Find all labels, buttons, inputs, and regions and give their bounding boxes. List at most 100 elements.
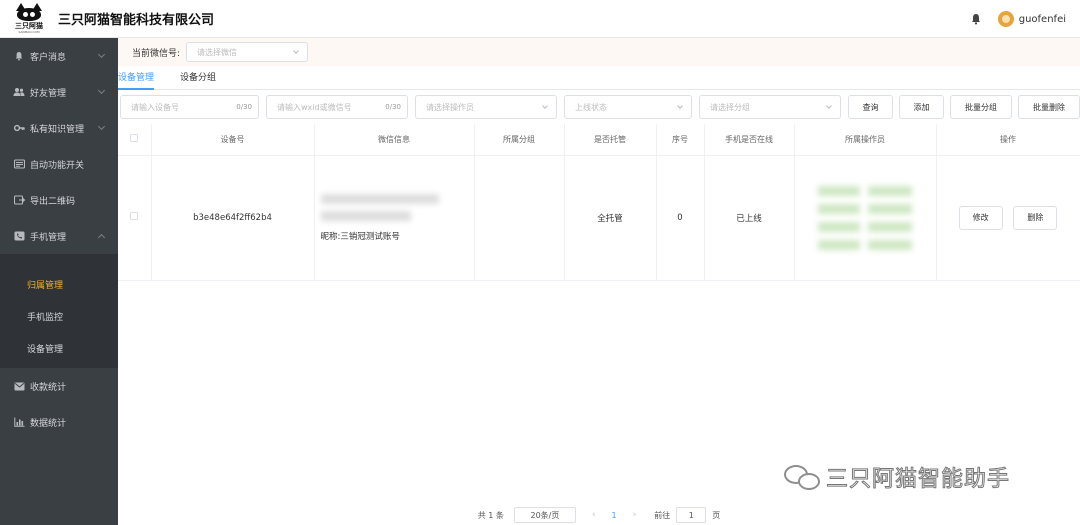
goto-page-input[interactable]: 1	[676, 507, 707, 523]
select-all-checkbox[interactable]	[130, 134, 139, 143]
watermark-text: 三只阿猫智能助手	[825, 467, 1011, 493]
page-size-select[interactable]: 20条/页	[513, 507, 576, 523]
pagination: 共 1 条 20条/页 ‹ 1 › 前往 1 页	[118, 505, 1080, 525]
chevron-down-icon	[97, 50, 106, 59]
select-all-cell[interactable]	[118, 124, 152, 156]
wechat-select-bar: 当前微信号: 请选择微信	[118, 38, 1080, 66]
bell-icon	[13, 51, 25, 61]
prev-page-button[interactable]: ‹	[592, 510, 596, 520]
column-header: 手机是否在线	[704, 124, 795, 156]
wechat-select-label: 当前微信号:	[132, 48, 181, 59]
sidebar-item-label: 手机管理	[30, 232, 67, 243]
tab-device-management[interactable]: 设备管理	[118, 70, 155, 90]
batch-group-button[interactable]: 批量分组	[950, 95, 1012, 119]
sidebar-item-label: 数据统计	[30, 418, 67, 429]
operator-placeholder: 请选择操作员	[426, 102, 474, 112]
sidebar-item-auto-switch[interactable]: 自动功能开关	[0, 146, 118, 182]
sidebar-item-label: 好友管理	[30, 88, 67, 99]
device-no-input[interactable]: 请输入设备号 0/30	[120, 95, 259, 119]
watermark: 三只阿猫智能助手	[782, 461, 1010, 493]
sidebar-item-data-stats[interactable]: 数据统计	[0, 404, 118, 440]
page-number-current[interactable]: 1	[612, 511, 617, 520]
next-page-button[interactable]: ›	[633, 510, 637, 520]
delete-button[interactable]: 删除	[1013, 205, 1058, 230]
page-size-value: 20条/页	[530, 510, 560, 520]
main-content: 当前微信号: 请选择微信 设备管理 设备分组 请输入设备号 0/30 请输入wx…	[118, 38, 1080, 525]
users-icon	[13, 87, 25, 97]
logo-text: 三只阿猫	[15, 22, 43, 30]
sidebar-item-label: 自动功能开关	[30, 160, 85, 171]
column-header: 微信信息	[314, 124, 475, 156]
goto-label: 前往	[654, 510, 671, 520]
notification-bell-icon[interactable]	[970, 13, 982, 25]
total-count: 共 1 条	[477, 510, 504, 520]
column-header: 所属分组	[474, 124, 565, 156]
group-cell	[474, 155, 565, 281]
row-select-cell[interactable]	[118, 155, 152, 281]
blurred-wxid	[320, 210, 411, 221]
tab-device-groups[interactable]: 设备分组	[180, 70, 216, 89]
mail-icon	[13, 381, 25, 391]
sidebar-item-label: 导出二维码	[30, 196, 76, 207]
sidebar-subitem-device-management[interactable]: 设备管理	[0, 332, 118, 364]
chevron-down-icon	[542, 103, 548, 109]
page-unit: 页	[712, 510, 721, 520]
wechat-info-cell: 昵称:三销冠测试账号	[314, 155, 475, 281]
wechat-select-placeholder: 请选择微信	[197, 47, 238, 57]
sidebar-subitem-ownership[interactable]: 归属管理	[0, 268, 118, 300]
blurred-avatar	[320, 193, 439, 204]
username[interactable]: guofenfei	[1019, 14, 1066, 25]
row-checkbox[interactable]	[130, 212, 139, 220]
column-header: 设备号	[151, 124, 315, 156]
chevron-down-icon	[293, 48, 299, 54]
chevron-up-icon	[97, 233, 106, 242]
sidebar: 客户消息 好友管理 私有知识管理 自动功能开关 导出二维码 手机管理 归属管理 …	[0, 38, 118, 525]
avatar[interactable]	[997, 11, 1014, 27]
column-header: 所属操作员	[794, 124, 937, 156]
wechat-nickname: 昵称:三销冠测试账号	[320, 231, 400, 242]
device-no-count: 0/30	[236, 103, 252, 111]
device-table: 设备号 微信信息 所属分组 是否托管 序号 手机是否在线 所属操作员 操作 b3…	[118, 124, 1080, 281]
top-header: 三只阿猫 SANMAO.COM 三只阿猫智能科技有限公司 guofenfei	[0, 0, 1080, 38]
seq-cell: 0	[656, 155, 705, 281]
company-name: 三只阿猫智能科技有限公司	[58, 13, 215, 28]
sidebar-item-export-qrcode[interactable]: 导出二维码	[0, 182, 118, 218]
logo[interactable]: 三只阿猫 SANMAO.COM	[12, 2, 46, 36]
search-button[interactable]: 查询	[848, 95, 893, 119]
add-button[interactable]: 添加	[899, 95, 944, 119]
goto-page-value: 1	[688, 510, 694, 520]
export-icon	[13, 195, 25, 205]
online-status-select[interactable]: 上线状态	[564, 95, 692, 119]
wxid-count: 0/30	[385, 103, 401, 111]
edit-button[interactable]: 修改	[958, 205, 1003, 230]
filter-bar: 请输入设备号 0/30 请输入wxid或微信号 0/30 请选择操作员 上线状态…	[118, 90, 1080, 124]
sidebar-item-payment-stats[interactable]: 收款统计	[0, 368, 118, 404]
chart-icon	[13, 417, 25, 427]
sidebar-item-friends[interactable]: 好友管理	[0, 74, 118, 110]
wechat-select[interactable]: 请选择微信	[186, 42, 309, 62]
wxid-placeholder: 请输入wxid或微信号	[277, 102, 352, 112]
sidebar-item-phone-management[interactable]: 手机管理	[0, 218, 118, 254]
chevron-down-icon	[677, 103, 683, 109]
sidebar-item-label: 私有知识管理	[30, 124, 85, 135]
chevron-down-icon	[97, 86, 106, 95]
wxid-input[interactable]: 请输入wxid或微信号 0/30	[266, 95, 408, 119]
column-header: 操作	[936, 124, 1080, 156]
sidebar-item-customer-messages[interactable]: 客户消息	[0, 38, 118, 74]
operator-select[interactable]: 请选择操作员	[415, 95, 557, 119]
actions-cell: 修改 删除	[936, 155, 1080, 281]
group-placeholder: 请选择分组	[710, 102, 750, 112]
logo-subtext: SANMAO.COM	[18, 30, 40, 34]
phone-icon	[13, 231, 25, 241]
sidebar-item-knowledge[interactable]: 私有知识管理	[0, 110, 118, 146]
group-select[interactable]: 请选择分组	[699, 95, 841, 119]
operator-cell	[794, 155, 937, 281]
device-no-placeholder: 请输入设备号	[131, 102, 179, 112]
sidebar-item-label: 收款统计	[30, 382, 67, 393]
chevron-down-icon	[826, 103, 832, 109]
sidebar-subitem-phone-monitor[interactable]: 手机监控	[0, 300, 118, 332]
batch-delete-button[interactable]: 批量删除	[1018, 95, 1080, 119]
status-placeholder: 上线状态	[575, 102, 607, 112]
header-right: guofenfei	[970, 0, 1066, 38]
wechat-logo-icon	[782, 462, 826, 492]
